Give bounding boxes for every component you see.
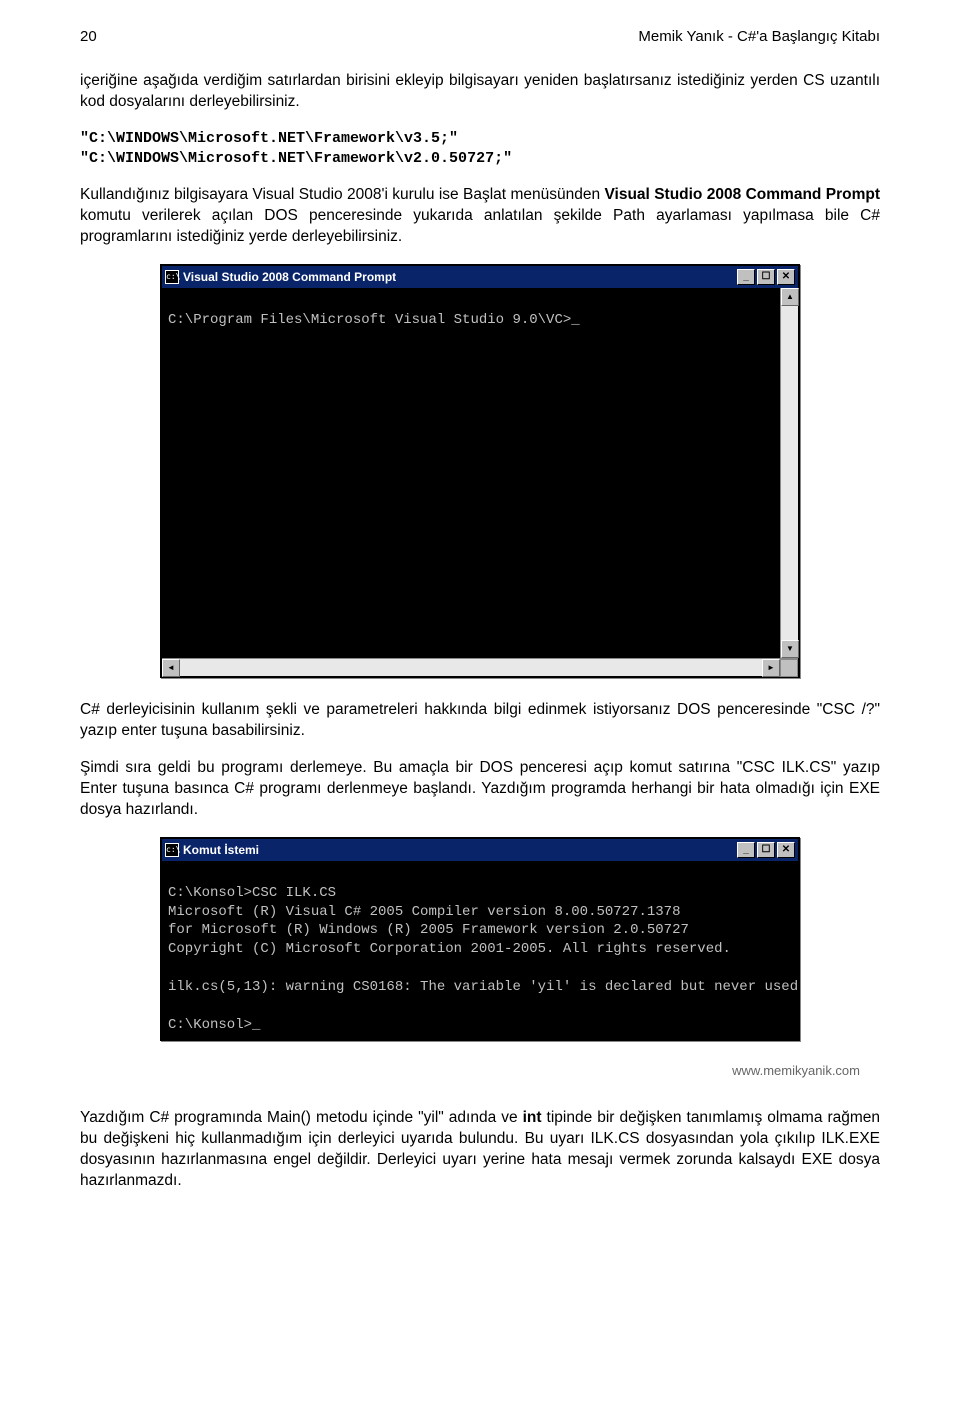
paragraph-5a: Yazdığım C# programında Main() metodu iç…	[80, 1109, 523, 1126]
paragraph-2b-bold: Visual Studio 2008 Command Prompt	[604, 186, 880, 203]
maximize-button[interactable]: ☐	[757, 269, 775, 285]
terminal-icon: c:\	[165, 843, 179, 857]
scroll-right-icon[interactable]: ►	[762, 659, 780, 677]
title-bar: c:\ Komut İstemi _ ☐ ✕	[162, 839, 798, 861]
terminal-icon: c:\	[165, 270, 179, 284]
page-title: Memik Yanık - C#'a Başlangıç Kitabı	[638, 28, 880, 45]
paragraph-2a: Kullandığınız bilgisayara Visual Studio …	[80, 186, 604, 203]
page-header: 20 Memik Yanık - C#'a Başlangıç Kitabı	[80, 28, 880, 45]
paragraph-1: içeriğine aşağıda verdiğim satırlardan b…	[80, 71, 880, 113]
window-controls: _ ☐ ✕	[737, 842, 795, 858]
window-controls: _ ☐ ✕	[737, 269, 795, 285]
terminal-content-area: C:\Program Files\Microsoft Visual Studio…	[162, 288, 798, 658]
close-button[interactable]: ✕	[777, 842, 795, 858]
terminal-output: C:\Konsol>CSC ILK.CS Microsoft (R) Visua…	[162, 861, 798, 1039]
minimize-button[interactable]: _	[737, 842, 755, 858]
page-number: 20	[80, 28, 97, 45]
scroll-track[interactable]	[781, 306, 798, 640]
paragraph-2: Kullandığınız bilgisayara Visual Studio …	[80, 185, 880, 248]
paragraph-3: C# derleyicisinin kullanım şekli ve para…	[80, 700, 880, 742]
terminal-output: C:\Program Files\Microsoft Visual Studio…	[162, 288, 780, 658]
scroll-track-h[interactable]	[180, 659, 762, 676]
paragraph-5: Yazdığım C# programında Main() metodu iç…	[80, 1108, 880, 1192]
minimize-button[interactable]: _	[737, 269, 755, 285]
title-bar-left: c:\ Visual Studio 2008 Command Prompt	[165, 270, 396, 284]
watermark: www.memikyanik.com	[80, 1063, 880, 1078]
maximize-button[interactable]: ☐	[757, 842, 775, 858]
title-bar-left: c:\ Komut İstemi	[165, 843, 259, 857]
scroll-left-icon[interactable]: ◄	[162, 659, 180, 677]
vertical-scrollbar[interactable]: ▲ ▼	[780, 288, 798, 658]
window-title: Visual Studio 2008 Command Prompt	[183, 270, 396, 284]
scrollbar-corner	[780, 659, 798, 677]
scroll-up-icon[interactable]: ▲	[781, 288, 799, 306]
terminal-window-komut: c:\ Komut İstemi _ ☐ ✕ C:\Konsol>CSC ILK…	[160, 837, 800, 1041]
window-title: Komut İstemi	[183, 843, 259, 857]
title-bar: c:\ Visual Studio 2008 Command Prompt _ …	[162, 266, 798, 288]
code-block-paths: "C:\WINDOWS\Microsoft.NET\Framework\v3.5…	[80, 129, 880, 170]
paragraph-5b-bold: int	[523, 1109, 542, 1126]
terminal-window-vs2008: c:\ Visual Studio 2008 Command Prompt _ …	[160, 264, 800, 678]
horizontal-scrollbar[interactable]: ◄ ►	[162, 658, 798, 676]
paragraph-4: Şimdi sıra geldi bu programı derlemeye. …	[80, 758, 880, 821]
paragraph-2c: komutu verilerek açılan DOS penceresinde…	[80, 207, 880, 245]
terminal-body-wrap: C:\Program Files\Microsoft Visual Studio…	[162, 288, 780, 658]
close-button[interactable]: ✕	[777, 269, 795, 285]
scroll-down-icon[interactable]: ▼	[781, 640, 799, 658]
